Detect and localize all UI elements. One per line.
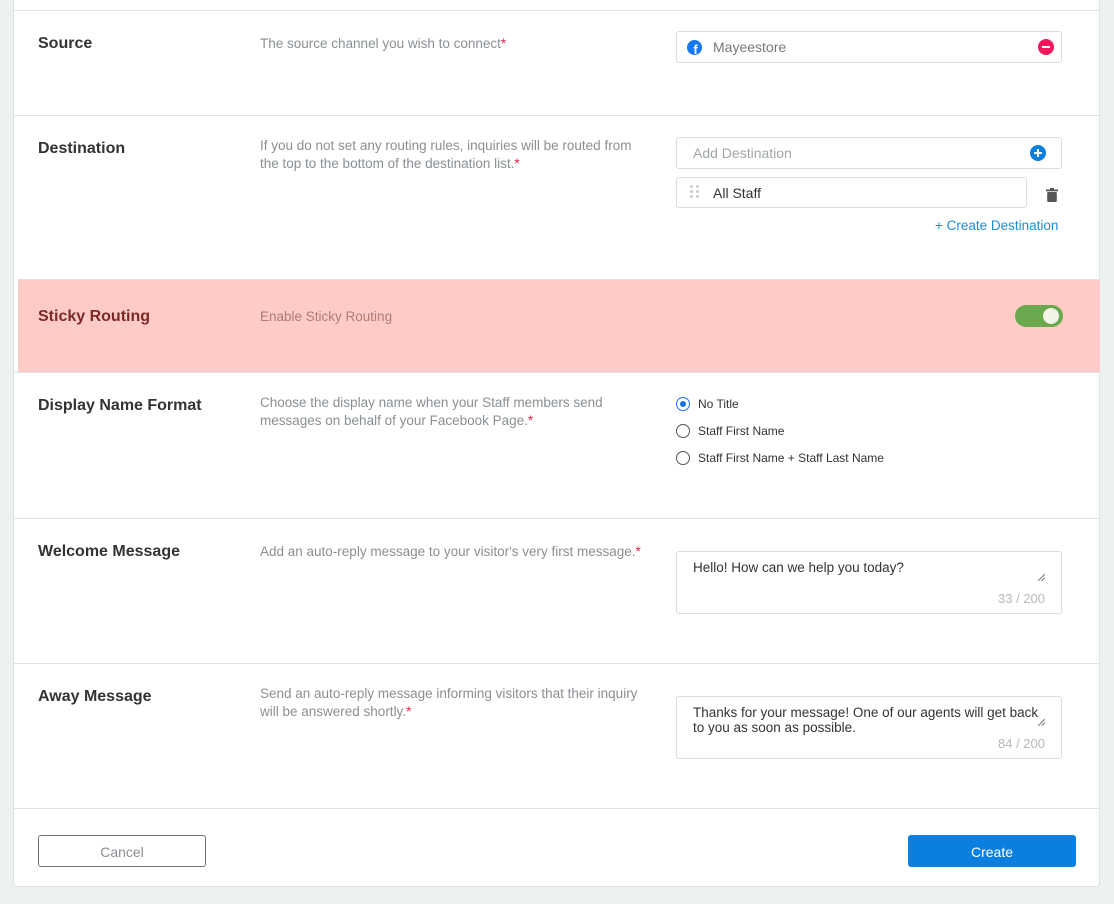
required-mark: * [635, 544, 641, 559]
display-name-format-title: Display Name Format [38, 397, 202, 414]
source-channel-name: Mayeestore [713, 39, 787, 55]
radio-option-label: No Title [698, 397, 739, 411]
away-message-counter: 84 / 200 [998, 736, 1045, 751]
drag-handle-icon[interactable] [690, 185, 704, 201]
radio-button[interactable] [676, 424, 690, 438]
add-destination-field[interactable]: Add Destination [676, 137, 1062, 169]
cancel-button[interactable]: Cancel [38, 835, 206, 867]
display-name-format-row: Display Name Format Choose the display n… [14, 372, 1100, 518]
remove-icon[interactable] [1038, 39, 1054, 55]
required-mark: * [527, 413, 534, 428]
away-message-textarea[interactable]: Thanks for your message! One of our agen… [676, 696, 1062, 759]
welcome-message-text: Hello! How can we help you today? [693, 560, 904, 575]
resize-grip-icon[interactable] [1038, 574, 1045, 581]
destination-item-label: All Staff [713, 185, 761, 201]
destination-description: If you do not set any routing rules, inq… [260, 138, 632, 171]
radio-option-label: Staff First Name [698, 424, 785, 438]
radio-option-label: Staff First Name + Staff Last Name [698, 451, 884, 465]
destination-item[interactable]: All Staff [676, 177, 1027, 208]
required-mark: * [514, 156, 520, 171]
display-name-format-description: Choose the display name when your Staff … [260, 395, 603, 428]
source-channel-field[interactable]: f Mayeestore [676, 31, 1062, 63]
sticky-routing-toggle[interactable] [1015, 305, 1063, 327]
away-message-text: Thanks for your message! One of our agen… [693, 705, 1039, 735]
sticky-routing-description: Enable Sticky Routing [260, 309, 393, 324]
source-description: The source channel you wish to connect* [260, 36, 507, 51]
away-message-row: Away Message Send an auto-reply message … [14, 663, 1100, 808]
required-mark: * [406, 704, 412, 719]
source-row: Source The source channel you wish to co… [14, 10, 1100, 115]
required-mark: * [500, 36, 507, 51]
facebook-icon: f [687, 40, 702, 55]
welcome-message-row: Welcome Message Add an auto-reply messag… [14, 518, 1100, 663]
radio-button[interactable] [676, 397, 690, 411]
source-title: Source [38, 35, 93, 52]
away-message-description: Send an auto-reply message informing vis… [260, 686, 638, 719]
welcome-message-title: Welcome Message [38, 543, 180, 560]
add-icon[interactable] [1030, 145, 1046, 161]
radio-button[interactable] [676, 451, 690, 465]
destination-title: Destination [38, 140, 126, 157]
create-button[interactable]: Create [908, 835, 1076, 867]
sticky-routing-row: Sticky Routing Enable Sticky Routing [18, 279, 1100, 372]
away-message-title: Away Message [38, 688, 152, 705]
toggle-knob [1043, 308, 1059, 324]
destination-row: Destination If you do not set any routin… [14, 115, 1100, 279]
welcome-message-description: Add an auto-reply message to your visito… [260, 544, 641, 559]
trash-icon[interactable] [1046, 188, 1058, 202]
create-destination-link[interactable]: + Create Destination [935, 218, 1058, 233]
welcome-message-textarea[interactable]: Hello! How can we help you today? 33 / 2… [676, 551, 1062, 614]
channel-settings-card: Source The source channel you wish to co… [13, 0, 1100, 887]
welcome-message-counter: 33 / 200 [998, 591, 1045, 606]
add-destination-placeholder: Add Destination [693, 145, 792, 161]
sticky-routing-title: Sticky Routing [38, 308, 151, 325]
resize-grip-icon[interactable] [1038, 719, 1045, 726]
